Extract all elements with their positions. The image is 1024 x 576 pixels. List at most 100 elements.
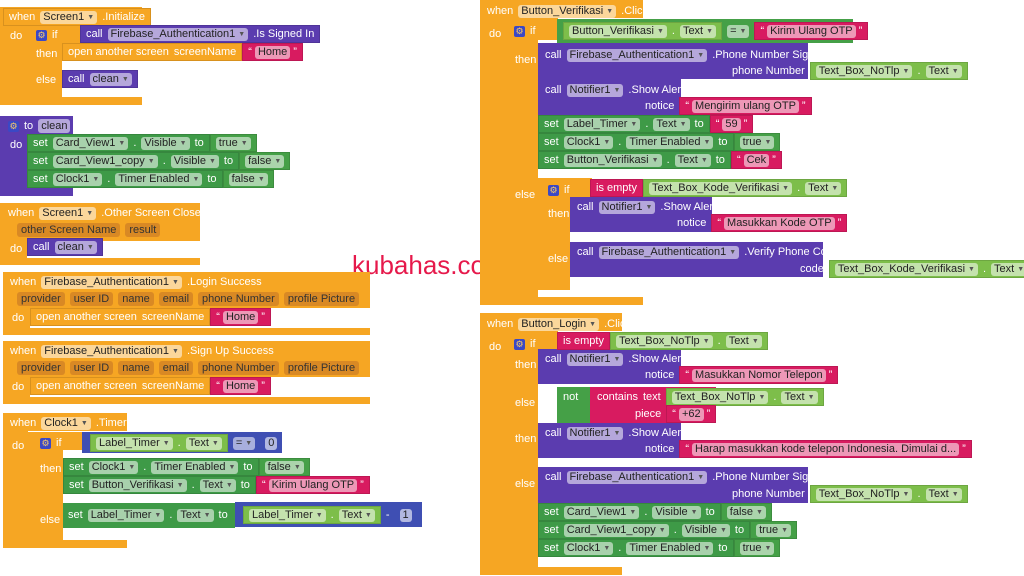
- block-segment[interactable]: set Label_Timer ▼. Text ▼ to: [538, 115, 710, 133]
- dropdown-field[interactable]: Text_Box_NoTlp ▼: [671, 390, 769, 404]
- dropdown-field[interactable]: = ▼: [727, 24, 750, 38]
- block-segment[interactable]: else: [510, 186, 540, 204]
- dropdown-field[interactable]: Text ▼: [199, 478, 236, 492]
- gear-icon[interactable]: ⚙: [514, 25, 525, 37]
- dropdown-field[interactable]: Button_Verifikasi ▼: [569, 24, 667, 38]
- parameter-chip[interactable]: other Screen Name: [17, 223, 121, 237]
- string-field[interactable]: Kirim Ulang OTP: [767, 24, 856, 38]
- dropdown-field[interactable]: Card_View1_copy ▼: [52, 154, 158, 168]
- dropdown-field[interactable]: Text_Box_NoTlp ▼: [815, 487, 913, 501]
- block-segment[interactable]: provider user ID name email phone Number prof…: [12, 359, 364, 377]
- block-segment[interactable]: do: [7, 309, 29, 327]
- dropdown-field[interactable]: false ▼: [726, 505, 766, 519]
- block-segment[interactable]: provider user ID name email phone Number prof…: [12, 290, 364, 308]
- dropdown-field[interactable]: Firebase_Authentication1 ▼: [566, 470, 708, 484]
- block-segment[interactable]: set Card_View1 ▼. Visible ▼ to: [27, 134, 210, 152]
- string-field[interactable]: 59: [722, 117, 741, 131]
- block-segment[interactable]: then: [510, 51, 541, 69]
- dropdown-field[interactable]: Firebase_Authentication1 ▼: [598, 245, 740, 259]
- block-segment[interactable]: = ▼: [722, 22, 754, 40]
- block-segment[interactable]: false ▼: [222, 170, 274, 188]
- block-segment[interactable]: then: [31, 45, 62, 63]
- gear-icon[interactable]: ⚙: [548, 184, 559, 196]
- block-segment[interactable]: set Button_Verifikasi ▼. Text ▼ to: [538, 151, 731, 169]
- dropdown-field[interactable]: Text ▼: [805, 181, 842, 195]
- block-segment[interactable]: else: [543, 250, 573, 268]
- block-segment[interactable]: call clean ▼: [62, 70, 138, 88]
- dropdown-field[interactable]: Firebase_Authentication1 ▼: [41, 275, 182, 289]
- block-segment[interactable]: Label_Timer ▼. Text ▼: [243, 506, 381, 524]
- dropdown-field[interactable]: Notifier1 ▼: [598, 200, 656, 214]
- block-segment[interactable]: set Card_View1_copy ▼. Visible ▼ to: [538, 521, 751, 539]
- block-segment[interactable]: ⚙ to clean: [3, 117, 75, 135]
- dropdown-field[interactable]: Notifier1 ▼: [566, 83, 624, 97]
- blocks-workspace[interactable]: kubahas.com when Screen1 ▼ .Initialize do ⚙ if…: [0, 0, 1024, 576]
- gear-icon[interactable]: ⚙: [514, 338, 525, 350]
- block-segment[interactable]: do: [7, 378, 29, 396]
- dropdown-field[interactable]: Timer Enabled ▼: [626, 135, 714, 149]
- dropdown-field[interactable]: Visible ▼: [681, 523, 730, 537]
- block-segment[interactable]: open another screen screenName: [62, 43, 243, 61]
- dropdown-field[interactable]: Timer Enabled ▼: [115, 172, 203, 186]
- parameter-chip[interactable]: result: [125, 223, 161, 237]
- dropdown-field[interactable]: Clock1 ▼: [88, 460, 139, 474]
- dropdown-field[interactable]: Clock1 ▼: [563, 541, 614, 555]
- block-segment[interactable]: is empty: [590, 179, 643, 197]
- dropdown-field[interactable]: Card_View1_copy ▼: [563, 523, 669, 537]
- dropdown-field[interactable]: Notifier1 ▼: [566, 352, 624, 366]
- block-segment[interactable]: call clean ▼: [27, 238, 103, 256]
- string-field[interactable]: Home: [222, 310, 259, 324]
- dropdown-field[interactable]: Text ▼: [653, 117, 690, 131]
- dropdown-field[interactable]: Timer Enabled ▼: [151, 460, 239, 474]
- block-segment[interactable]: “Home”: [210, 377, 271, 395]
- block-segment[interactable]: true ▼: [733, 133, 781, 151]
- dropdown-field[interactable]: = ▼: [232, 436, 256, 450]
- dropdown-field[interactable]: Text ▼: [925, 487, 962, 501]
- block-segment[interactable]: 0: [260, 434, 282, 452]
- block-segment[interactable]: piece: [630, 405, 666, 423]
- dropdown-field[interactable]: Clock1 ▼: [52, 172, 103, 186]
- dropdown-field[interactable]: Text ▼: [725, 334, 762, 348]
- block-segment[interactable]: Text_Box_NoTlp ▼. Text ▼: [665, 388, 824, 406]
- dropdown-field[interactable]: Card_View1 ▼: [563, 505, 640, 519]
- block-segment[interactable]: true ▼: [750, 521, 798, 539]
- dropdown-field[interactable]: Text ▼: [177, 508, 214, 522]
- block-segment[interactable]: when Firebase_Authentication1 ▼ .Login Succ…: [5, 273, 267, 291]
- block-segment[interactable]: Button_Verifikasi ▼. Text ▼: [563, 22, 723, 40]
- block-segment[interactable]: “Kirim Ulang OTP”: [754, 22, 869, 40]
- dropdown-field[interactable]: Button_Verifikasi ▼: [88, 478, 187, 492]
- dropdown-field[interactable]: Button_Verifikasi ▼: [563, 153, 662, 167]
- parameter-chip[interactable]: profile Picture: [283, 292, 360, 306]
- dropdown-field[interactable]: Clock1 ▼: [563, 135, 614, 149]
- block-segment[interactable]: do: [7, 437, 29, 455]
- block-segment[interactable]: “Masukkan Kode OTP”: [711, 214, 848, 232]
- dropdown-field[interactable]: Firebase_Authentication1 ▼: [107, 27, 249, 41]
- block-segment[interactable]: set Clock1 ▼. Timer Enabled ▼ to: [538, 133, 734, 151]
- block-segment[interactable]: do: [5, 240, 27, 258]
- block-segment[interactable]: true ▼: [209, 134, 257, 152]
- block-segment[interactable]: ⚙ if: [509, 22, 541, 40]
- dropdown-field[interactable]: Text_Box_NoTlp ▼: [615, 334, 713, 348]
- dropdown-field[interactable]: Text_Box_Kode_Verifikasi ▼: [648, 181, 793, 195]
- gear-icon[interactable]: ⚙: [40, 437, 51, 449]
- dropdown-field[interactable]: Text ▼: [674, 153, 711, 167]
- dropdown-field[interactable]: false ▼: [264, 460, 304, 474]
- dropdown-field[interactable]: Screen1 ▼: [39, 206, 97, 220]
- block-segment[interactable]: notice: [640, 366, 679, 384]
- procedure-name-field[interactable]: clean: [38, 119, 71, 133]
- block-segment[interactable]: “+62”: [666, 405, 717, 423]
- block-segment[interactable]: when Button_Verifikasi ▼ .Click: [482, 2, 653, 20]
- block-segment[interactable]: when Clock1 ▼ .Timer: [5, 414, 132, 432]
- dropdown-field[interactable]: Button_Login ▼: [518, 317, 600, 331]
- block-segment[interactable]: “Kirim Ulang OTP”: [255, 476, 370, 494]
- block-segment[interactable]: phone Number: [727, 62, 810, 80]
- block-segment[interactable]: then: [510, 430, 541, 448]
- string-field[interactable]: Home: [254, 45, 291, 59]
- block-segment[interactable]: “Harap masukkan kode telepon Indonesia. …: [679, 440, 972, 458]
- parameter-chip[interactable]: user ID: [69, 292, 114, 306]
- block-segment[interactable]: set Card_View1_copy ▼. Visible ▼ to: [27, 152, 240, 170]
- string-field[interactable]: Harap masukkan kode telepon Indonesia. D…: [692, 442, 960, 456]
- parameter-chip[interactable]: provider: [17, 361, 65, 375]
- dropdown-field[interactable]: clean ▼: [89, 72, 132, 86]
- dropdown-field[interactable]: Notifier1 ▼: [566, 426, 624, 440]
